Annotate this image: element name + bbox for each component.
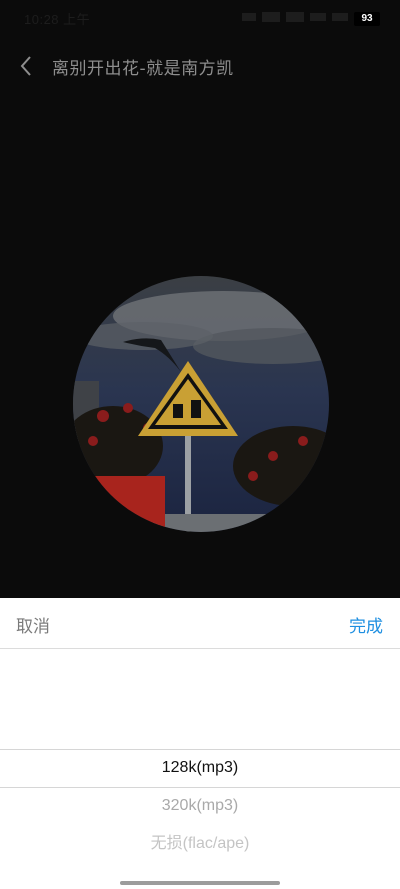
- wifi-icon: [310, 13, 326, 21]
- album-cover-art: [73, 276, 329, 532]
- back-button[interactable]: [12, 52, 40, 80]
- sheet-header: 取消 完成: [0, 598, 400, 649]
- screen: 10:28 上午 93 离别开出花-就是南方凯 取消 完成 128k(mp3) …: [0, 0, 400, 889]
- bluetooth-icon: [242, 13, 256, 21]
- home-indicator[interactable]: [120, 881, 280, 885]
- signal-icon-2: [286, 12, 304, 22]
- status-icons: [242, 12, 348, 22]
- quality-picker[interactable]: 128k(mp3) 320k(mp3) 无损(flac/ape): [0, 649, 400, 889]
- signal-icon: [262, 12, 280, 22]
- quality-picker-sheet: 取消 完成 128k(mp3) 320k(mp3) 无损(flac/ape): [0, 598, 400, 889]
- battery-level: 93: [354, 12, 380, 26]
- picker-option[interactable]: 无损(flac/ape): [0, 826, 400, 862]
- network-icon: [332, 13, 348, 21]
- header: 离别开出花-就是南方凯: [0, 44, 400, 88]
- album-cover: [73, 276, 329, 532]
- picker-option-selected[interactable]: 128k(mp3): [0, 750, 400, 786]
- chevron-left-icon: [20, 56, 31, 76]
- status-time: 10:28 上午: [24, 12, 91, 27]
- cancel-button[interactable]: 取消: [16, 612, 50, 637]
- page-title: 离别开出花-就是南方凯: [52, 59, 234, 79]
- done-button[interactable]: 完成: [349, 612, 383, 637]
- status-bar: 10:28 上午 93: [0, 0, 400, 34]
- picker-option[interactable]: 320k(mp3): [0, 788, 400, 824]
